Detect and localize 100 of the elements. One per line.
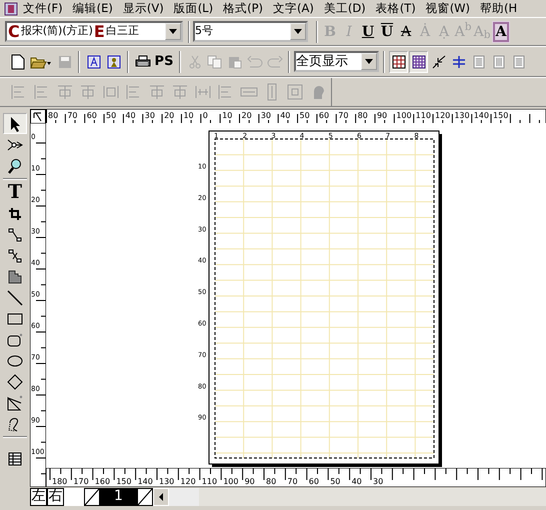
toggle-button[interactable] (409, 50, 428, 72)
ruler-label: 180 (52, 477, 68, 486)
font-name: 白三正 (106, 23, 139, 40)
size-select[interactable]: 5号 (193, 21, 308, 42)
ruler-label: 30 (144, 110, 155, 120)
ruler-label: 80 (358, 110, 368, 120)
menu-item[interactable]: 表格(T) (370, 0, 421, 17)
ruler-label: 50 (106, 110, 116, 120)
ruler-label: 130 (159, 477, 174, 486)
menu-item[interactable]: 显示(V) (118, 0, 169, 17)
size-value: 5号 (195, 23, 213, 40)
ruler-label: 80 (48, 110, 58, 120)
search-icon[interactable] (7, 158, 23, 174)
ruler-label: 70 (67, 110, 78, 120)
ruler-label: 60 (308, 477, 319, 486)
ruler-label: 20 (242, 110, 252, 120)
ruler-label: 10 (183, 110, 194, 120)
ruler-label: 90 (376, 110, 388, 120)
zoom-select[interactable]: 全页显示 (294, 51, 379, 72)
menu-item[interactable]: 视窗(W) (420, 0, 476, 17)
rounded-rectangle-icon[interactable] (7, 332, 23, 346)
left-page-button[interactable]: 左 (30, 488, 47, 506)
ruler-label: 40 (280, 110, 290, 120)
ruler-origin-icon[interactable] (34, 112, 42, 122)
ruler-label: 30 (260, 110, 272, 120)
ruler-label: 50 (330, 477, 340, 486)
line-tool-icon[interactable] (7, 290, 23, 306)
script-letter: E (94, 20, 105, 42)
format-button[interactable]: U (378, 20, 396, 42)
ruler-label: 150 (116, 477, 132, 486)
font-name: 报宋(简)(方正) (20, 23, 93, 40)
new-document-icon[interactable] (10, 54, 24, 70)
ruler-label: 110 (202, 477, 218, 486)
image-frame-icon[interactable] (106, 54, 120, 68)
shading-icon[interactable] (8, 270, 22, 284)
format-button[interactable]: A (492, 20, 510, 42)
ruler-label: 100 (223, 477, 238, 486)
menu-item[interactable]: 文字(A) (268, 0, 319, 17)
menu-item[interactable]: 帮助(H (475, 0, 522, 17)
pointer-icon[interactable] (8, 116, 22, 132)
dropdown-icon (365, 59, 373, 64)
scroll-left-icon[interactable] (153, 488, 169, 506)
right-page-button[interactable]: 右 (47, 488, 64, 506)
ruler-label: 70 (287, 477, 298, 486)
toggle-button[interactable] (389, 50, 408, 72)
table-icon[interactable] (8, 452, 22, 466)
text-frame-icon[interactable] (86, 54, 100, 68)
link-icon[interactable] (8, 228, 22, 242)
ruler-label: 20 (164, 110, 174, 120)
menu-item[interactable]: 美工(D) (318, 0, 371, 17)
format-button[interactable]: U (359, 20, 377, 42)
printer-icon[interactable] (134, 54, 150, 68)
ruler-label: 90 (244, 477, 255, 486)
ruler-label: 60 (318, 110, 330, 120)
menu-item[interactable]: 版面(L) (168, 0, 218, 17)
arrows-icon[interactable] (432, 54, 446, 68)
ruler-label: 0 (202, 110, 208, 120)
ruler-label: 150 (493, 110, 508, 120)
ruler-label: 70 (338, 110, 348, 120)
grid-icon[interactable] (392, 54, 406, 68)
ruler-label: 40 (125, 110, 136, 120)
page-tab[interactable]: 1 (100, 488, 137, 506)
node-tool-icon[interactable] (6, 136, 24, 152)
ruler-label: 40 (352, 477, 362, 486)
page-slash-icon[interactable] (84, 488, 100, 506)
ps-button[interactable]: PS (153, 50, 175, 72)
script-letter: C (8, 20, 20, 42)
menu-item[interactable]: 文件(F) (18, 0, 68, 17)
ruler-label: 80 (266, 477, 276, 486)
dropdown-icon (294, 29, 302, 34)
menu-item[interactable]: 编辑(E) (68, 0, 118, 17)
ellipse-tool-icon[interactable] (7, 354, 23, 366)
page-slash-icon[interactable] (137, 488, 153, 506)
dropdown-icon (169, 29, 177, 34)
menu-item[interactable]: 格式(P) (218, 0, 268, 17)
ruler-label: 50 (300, 110, 310, 120)
app-icon (4, 2, 18, 16)
crop-icon[interactable] (8, 206, 22, 220)
open-folder-icon[interactable] (30, 54, 52, 68)
format-button[interactable]: A (397, 20, 415, 42)
ruler-label: 120 (180, 477, 196, 486)
ruler-label: 110 (416, 110, 431, 120)
ruler-label: 30 (373, 477, 384, 486)
unlink-icon[interactable] (8, 248, 22, 262)
grid-icon[interactable] (412, 54, 426, 68)
rectangle-tool-icon[interactable] (7, 312, 23, 324)
ruler-label: 140 (138, 477, 153, 486)
diamond-tool-icon[interactable] (7, 374, 23, 390)
text-tool-button[interactable]: T (3, 182, 27, 203)
ruler-label: 60 (86, 110, 97, 120)
ruler-label: 170 (73, 477, 89, 486)
ruler-label: 100 (396, 110, 412, 120)
cross-icon[interactable] (452, 54, 466, 68)
zoom-value: 全页显示 (296, 52, 348, 71)
ruler-label: 130 (454, 110, 470, 120)
ruler-label: 120 (435, 110, 450, 120)
font-select[interactable]: C报宋(简)(方正)E 白三正 (5, 21, 183, 42)
ruler-label: 160 (94, 477, 110, 486)
polygon-tool-icon[interactable] (7, 394, 23, 410)
ruler-label: 140 (474, 110, 489, 120)
